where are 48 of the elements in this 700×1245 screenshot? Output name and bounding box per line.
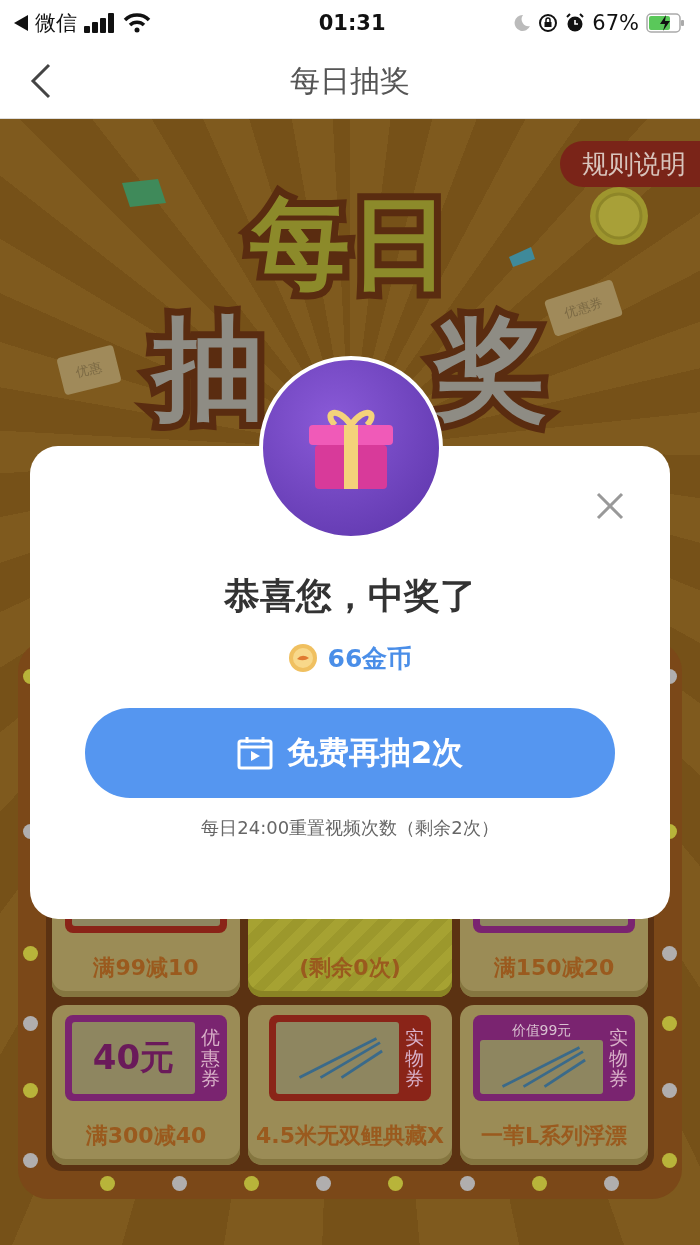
reward-text: 66金币 bbox=[327, 642, 413, 675]
light-dot bbox=[23, 946, 38, 961]
battery-percent: 67% bbox=[592, 10, 639, 35]
signal-icon bbox=[84, 12, 116, 33]
light-dot bbox=[662, 1153, 677, 1168]
rotation-lock-icon bbox=[538, 12, 559, 33]
close-button[interactable] bbox=[596, 492, 624, 520]
prize-label: 4.5米无双鲤典藏X bbox=[256, 1122, 444, 1150]
prize-label: 满300减40 bbox=[85, 1122, 207, 1150]
back-icon bbox=[14, 14, 28, 31]
prize-label: (剩余0次) bbox=[299, 954, 401, 982]
light-dot bbox=[23, 1016, 38, 1031]
light-dot bbox=[460, 1176, 475, 1191]
ticket-tag: 实物券 bbox=[405, 1026, 424, 1090]
coin-icon bbox=[287, 643, 318, 673]
clock-text: 01:31 bbox=[318, 10, 386, 35]
light-dot bbox=[100, 1176, 115, 1191]
prize-label: 满150减20 bbox=[493, 954, 615, 982]
light-dot bbox=[172, 1176, 187, 1191]
light-dot bbox=[662, 1083, 677, 1098]
battery-charging-icon bbox=[646, 12, 686, 33]
ticket-tag: 实物券 bbox=[609, 1026, 628, 1090]
light-dot bbox=[662, 1016, 677, 1031]
draw-again-button[interactable]: 免费再抽2次 bbox=[85, 708, 615, 798]
alarm-icon bbox=[565, 12, 586, 33]
light-dot bbox=[604, 1176, 619, 1191]
prize-label: 一苇L系列浮漂 bbox=[480, 1122, 627, 1150]
light-dot bbox=[244, 1176, 259, 1191]
light-dot bbox=[532, 1176, 547, 1191]
coin-icon bbox=[588, 185, 650, 247]
rules-button[interactable]: 规则说明 bbox=[560, 141, 700, 187]
light-dot bbox=[316, 1176, 331, 1191]
video-icon bbox=[236, 736, 273, 770]
carrier-text: 微信 bbox=[35, 9, 77, 37]
wifi-icon bbox=[123, 12, 151, 33]
light-dot bbox=[662, 946, 677, 961]
dialog-title: 恭喜您，中奖了 bbox=[224, 574, 476, 618]
light-dot bbox=[388, 1176, 403, 1191]
prize-label: 满99减10 bbox=[93, 954, 199, 982]
ticket-tag: 优惠券 bbox=[201, 1026, 220, 1090]
price-text: 价值99元 bbox=[510, 1022, 573, 1038]
light-dot bbox=[23, 1083, 38, 1098]
paper-icon bbox=[507, 247, 537, 267]
page-title: 每日抽奖 bbox=[290, 62, 410, 100]
coupon-value: 40元 bbox=[92, 1036, 175, 1079]
light-dot bbox=[23, 1153, 38, 1168]
reset-note: 每日24:00重置视频次数（剩余2次） bbox=[201, 816, 499, 840]
moon-icon bbox=[513, 13, 532, 32]
